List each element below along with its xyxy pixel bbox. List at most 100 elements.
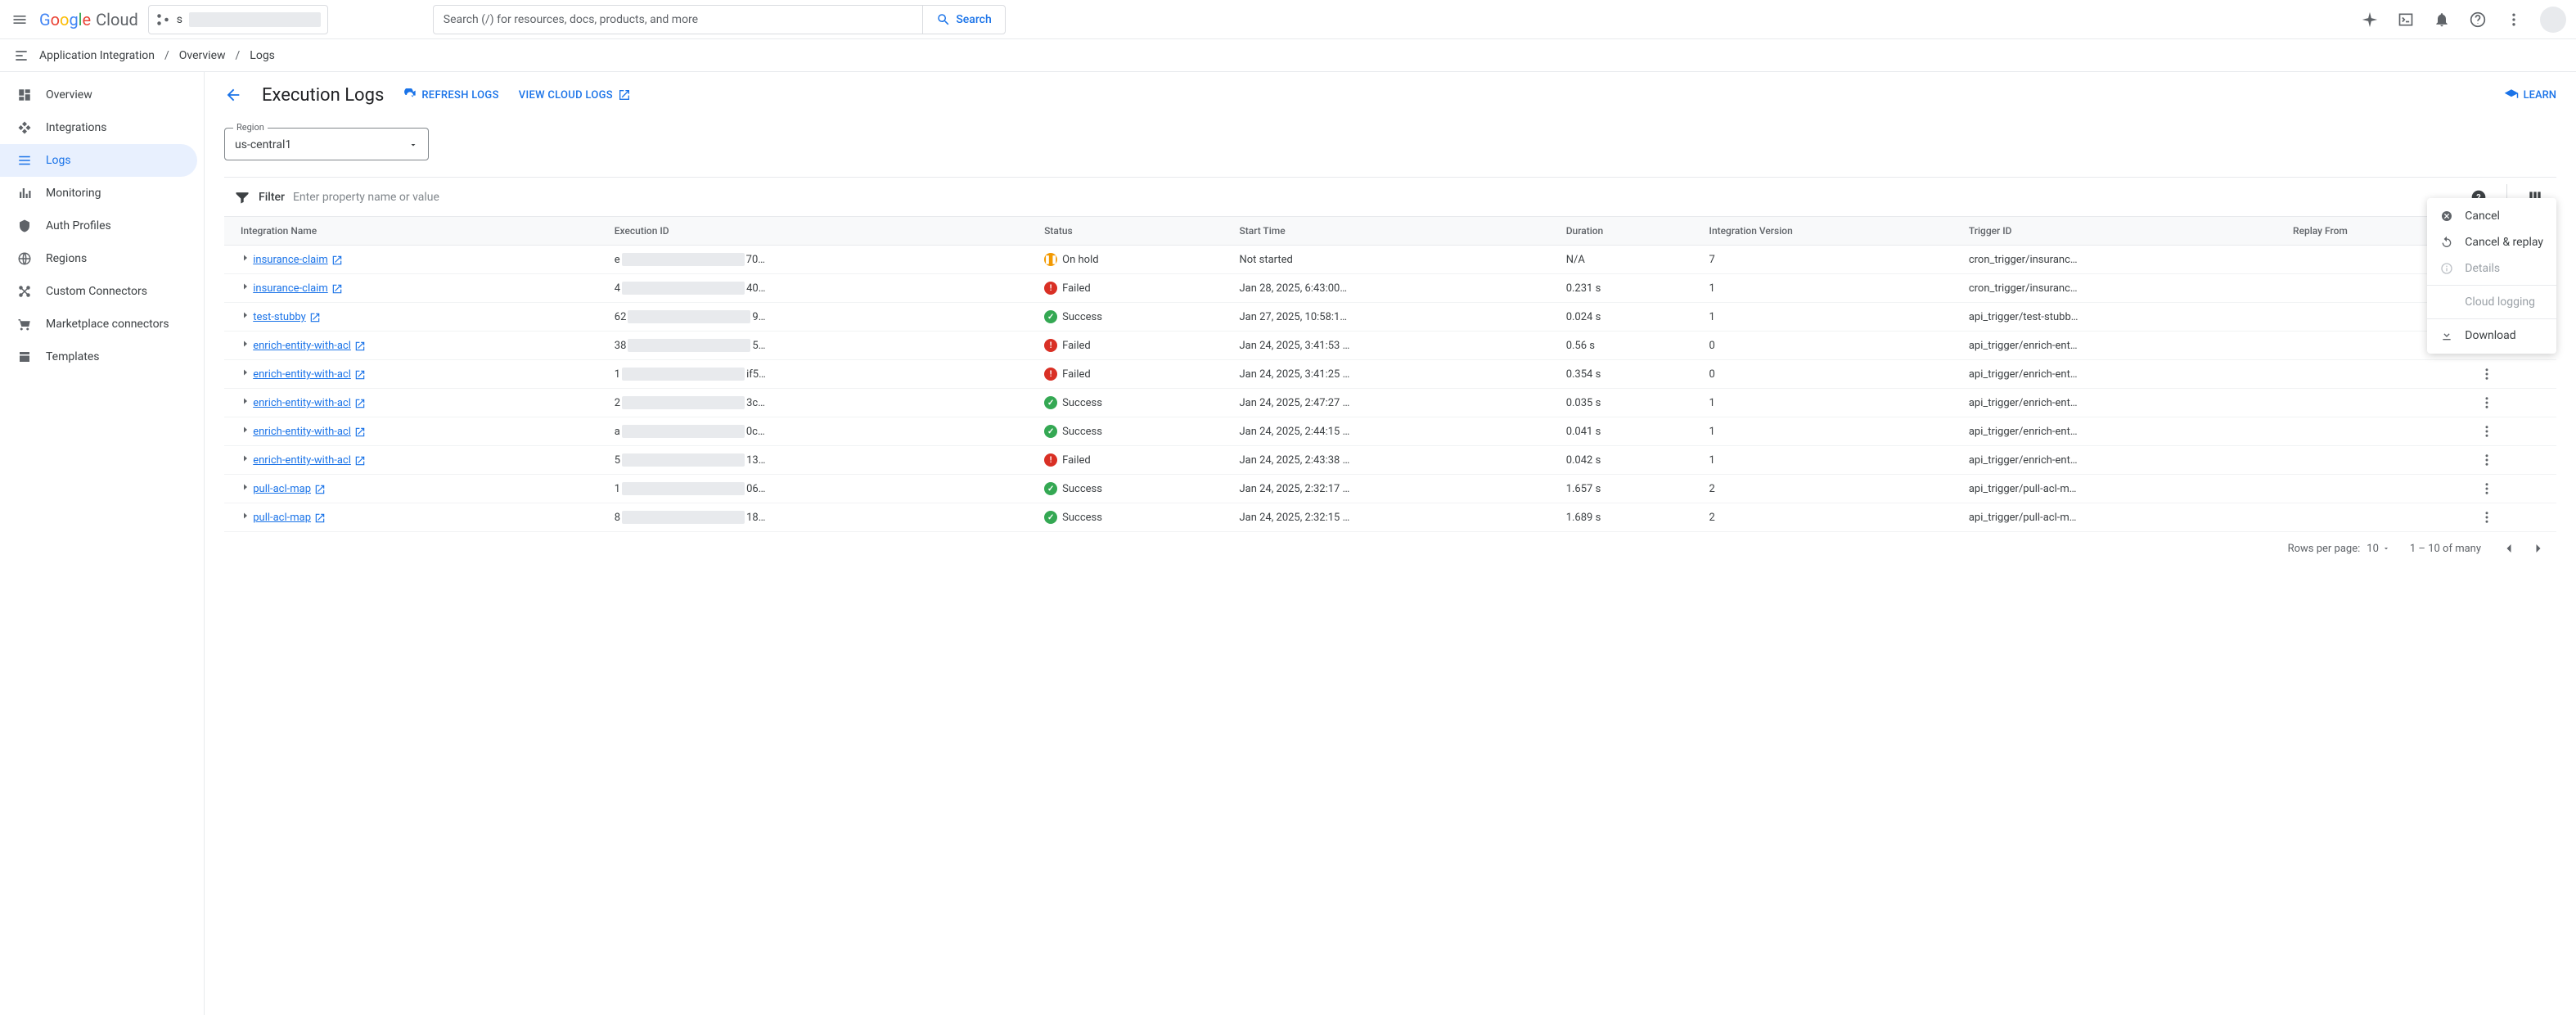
external-link-icon[interactable] [309,312,321,323]
external-link-icon[interactable] [354,455,366,467]
google-cloud-logo[interactable]: Google Cloud [39,10,138,29]
menu-cancel-replay[interactable]: Cancel & replay [2427,229,2556,255]
external-link-icon[interactable] [354,341,366,352]
integration-name-link[interactable]: insurance-claim [253,254,328,266]
menu-cloud-logging: Cloud logging [2427,289,2556,315]
duration: 0.041 s [1556,417,1700,446]
breadcrumb-logs[interactable]: Logs [250,49,275,62]
menu-cancel[interactable]: Cancel [2427,203,2556,229]
gemini-spark-icon[interactable] [2360,10,2380,29]
table-header[interactable]: Integration Version [1700,217,1959,246]
row-more-icon[interactable] [2479,395,2547,410]
more-vert-icon[interactable] [2504,10,2524,29]
sidebar-item-overview[interactable]: Overview [0,79,204,111]
menu-download[interactable]: Download [2427,323,2556,349]
next-page-icon[interactable] [2530,540,2547,557]
table-header[interactable]: Status [1034,217,1229,246]
expand-row-icon[interactable] [241,482,250,492]
expand-row-icon[interactable] [241,425,250,435]
replay-from [2283,417,2470,446]
integration-name-link[interactable]: enrich-entity-with-acl [253,368,351,381]
breadcrumb: Application Integration / Overview / Log… [0,39,2576,72]
integration-name-link[interactable]: enrich-entity-with-acl [253,426,351,438]
notifications-icon[interactable] [2432,10,2452,29]
integration-version: 2 [1700,475,1959,503]
expand-row-icon[interactable] [241,253,250,263]
caret-down-icon [2382,544,2390,553]
sidebar-item-integrations[interactable]: Integrations [0,111,204,144]
info-icon [2440,262,2455,275]
rows-per-page-select[interactable]: 10 [2367,543,2390,555]
search-input[interactable]: Search (/) for resources, docs, products… [434,13,923,26]
row-more-icon[interactable] [2479,510,2547,525]
external-link-icon[interactable] [354,398,366,409]
breadcrumb-overview[interactable]: Overview [179,49,226,62]
external-link-icon[interactable] [331,255,343,266]
expand-row-icon[interactable] [241,339,250,349]
table-row: pull-acl-map818…✓SuccessJan 24, 2025, 2:… [224,503,2556,532]
table-header[interactable]: Integration Name [224,217,605,246]
integration-name-link[interactable]: enrich-entity-with-acl [253,397,351,409]
learn-button[interactable]: LEARN [2504,88,2556,102]
sidebar-item-regions[interactable]: Regions [0,242,204,275]
table-header[interactable]: Execution ID [605,217,1034,246]
table-row: pull-acl-map106…✓SuccessJan 24, 2025, 2:… [224,475,2556,503]
integration-name-link[interactable]: test-stubby [253,311,306,323]
table-header[interactable]: Duration [1556,217,1700,246]
expand-row-icon[interactable] [241,282,250,291]
view-cloud-logs-button[interactable]: View Cloud Logs [519,88,631,102]
sidebar-item-templates[interactable]: Templates [0,341,204,373]
row-more-icon[interactable] [2479,481,2547,496]
cloud-shell-icon[interactable] [2396,10,2416,29]
sidebar-item-logs[interactable]: Logs [0,144,197,177]
expand-row-icon[interactable] [241,511,250,521]
menu-icon[interactable] [10,10,29,29]
page-header: Execution Logs Refresh Logs View Cloud L… [205,72,2576,118]
external-link-icon[interactable] [314,512,326,524]
external-link-icon[interactable] [331,283,343,295]
table-header[interactable]: Trigger ID [1959,217,2283,246]
sidebar-item-custom-connectors[interactable]: Custom Connectors [0,275,204,308]
trigger-id: api_trigger/test-stubb… [1959,303,2283,332]
sidebar-item-auth-profiles[interactable]: Auth Profiles [0,210,204,242]
external-link-icon[interactable] [354,369,366,381]
connectors-icon [16,283,33,300]
integration-name-link[interactable]: pull-acl-map [253,483,311,495]
project-selector[interactable]: s [148,5,328,34]
table-header[interactable]: Start Time [1229,217,1556,246]
row-more-icon[interactable] [2479,453,2547,467]
integration-version: 0 [1700,332,1959,360]
integration-name-link[interactable]: enrich-entity-with-acl [253,454,351,467]
refresh-logs-button[interactable]: Refresh Logs [403,88,498,102]
duration: 0.042 s [1556,446,1700,475]
sidebar-item-monitoring[interactable]: Monitoring [0,177,204,210]
prev-page-icon[interactable] [2501,540,2517,557]
sidebar-item-label: Templates [46,350,100,363]
product-icon [13,47,29,64]
table-row: enrich-entity-with-acl513…!FailedJan 24,… [224,446,2556,475]
expand-row-icon[interactable] [241,310,250,320]
expand-row-icon[interactable] [241,453,250,463]
google-word: Google [39,10,91,29]
integration-name-link[interactable]: insurance-claim [253,282,328,295]
help-icon[interactable] [2468,10,2488,29]
sidebar-item-marketplace-connectors[interactable]: Marketplace connectors [0,308,204,341]
avatar[interactable] [2540,7,2566,33]
search-button[interactable]: Search [922,6,1004,34]
region-select[interactable]: Region us-central1 [224,128,429,160]
integration-name-link[interactable]: enrich-entity-with-acl [253,340,351,352]
execution-id: 440… [615,282,1025,295]
back-arrow-icon[interactable] [224,86,242,104]
expand-row-icon[interactable] [241,396,250,406]
integration-name-link[interactable]: pull-acl-map [253,512,311,524]
trigger-id: api_trigger/pull-acl-m… [1959,503,2283,532]
expand-row-icon[interactable] [241,368,250,377]
cart-icon [16,316,33,332]
external-link-icon[interactable] [314,484,326,495]
row-more-icon[interactable] [2479,424,2547,439]
external-link-icon[interactable] [354,426,366,438]
breadcrumb-product[interactable]: Application Integration [39,49,155,62]
row-more-icon[interactable] [2479,367,2547,381]
cloud-word: Cloud [96,10,138,29]
filter-input[interactable]: Enter property name or value [293,191,2459,204]
